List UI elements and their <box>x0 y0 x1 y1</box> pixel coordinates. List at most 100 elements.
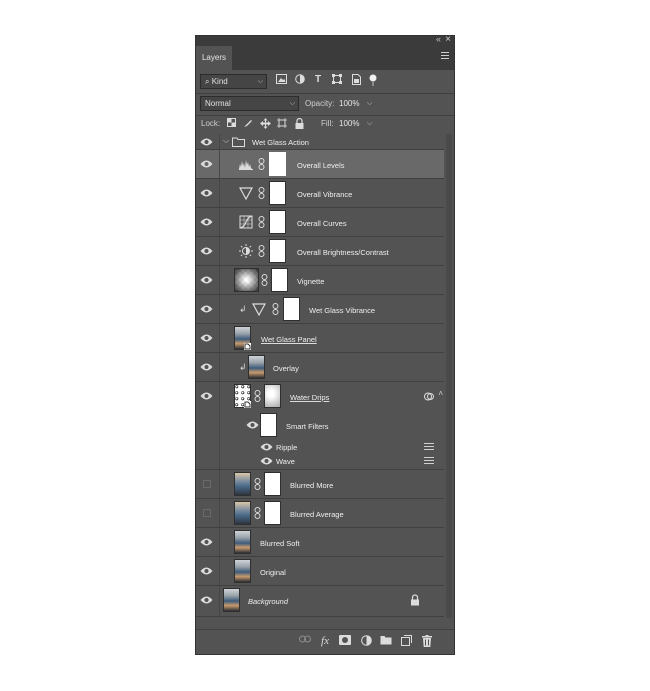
layer-thumbnail[interactable] <box>234 268 259 292</box>
layer-thumbnail[interactable] <box>248 355 265 379</box>
layer-group-wet-glass-action[interactable]: ⌵ Wet Glass Action <box>196 134 444 150</box>
collapse-icon[interactable]: ‹‹ <box>436 34 441 44</box>
layer-mask-thumbnail[interactable] <box>283 297 300 321</box>
layer-mask-thumbnail[interactable] <box>269 152 286 176</box>
lock-position-icon[interactable] <box>259 118 271 130</box>
layer-original[interactable]: Original <box>196 557 444 586</box>
smart-filter-options-icon[interactable] <box>424 392 434 401</box>
new-group-icon[interactable] <box>380 635 392 647</box>
fill-value[interactable]: 100% <box>339 113 359 135</box>
layer-overlay[interactable]: ↲ Overlay <box>196 353 444 382</box>
fill-chevron-icon[interactable]: ⌵ <box>367 113 372 135</box>
layer-blurred-more[interactable]: Blurred More <box>196 470 444 499</box>
eye-icon[interactable] <box>200 137 213 147</box>
layer-smart-filters[interactable]: Smart Filters <box>196 411 444 440</box>
layer-wet-glass-vibrance[interactable]: ↲ Wet Glass Vibrance <box>196 295 444 324</box>
layer-overall-levels[interactable]: Overall Levels <box>196 150 444 179</box>
eye-icon[interactable] <box>260 442 273 452</box>
chevron-down-icon[interactable]: ⌵ <box>223 136 229 146</box>
fx-icon[interactable]: fx <box>319 635 331 647</box>
layer-mask-thumbnail[interactable] <box>269 210 286 234</box>
layer-mask-thumbnail[interactable] <box>264 384 281 408</box>
eye-icon[interactable] <box>200 391 213 401</box>
panel-menu-icon[interactable] <box>441 52 449 61</box>
layer-blurred-soft[interactable]: Blurred Soft <box>196 528 444 557</box>
layer-mask-thumbnail[interactable] <box>269 239 286 263</box>
delete-icon[interactable] <box>421 635 433 647</box>
layer-mask-thumbnail[interactable] <box>264 501 281 525</box>
layer-overall-curves[interactable]: Overall Curves <box>196 208 444 237</box>
type-filter-icon[interactable]: T <box>312 74 324 86</box>
layer-thumbnail[interactable] <box>234 501 251 525</box>
chevron-up-icon[interactable]: ˄ <box>438 389 443 398</box>
link-icon[interactable] <box>258 158 265 170</box>
eye-icon[interactable] <box>260 456 273 466</box>
lock-pixels-icon[interactable] <box>242 118 254 130</box>
eye-icon[interactable] <box>246 420 259 430</box>
link-icon[interactable] <box>258 216 265 228</box>
eye-icon[interactable] <box>200 188 213 198</box>
eye-icon[interactable] <box>200 304 213 314</box>
eye-icon[interactable] <box>200 275 213 285</box>
layer-thumbnail[interactable] <box>234 384 251 408</box>
opacity-chevron-icon[interactable]: ⌵ <box>367 93 372 115</box>
layer-thumbnail[interactable] <box>234 530 251 554</box>
eye-icon[interactable] <box>200 159 213 169</box>
link-icon[interactable] <box>258 245 265 257</box>
layer-wet-glass-panel[interactable]: Wet Glass Panel <box>196 324 444 353</box>
scrollbar[interactable] <box>446 134 452 618</box>
eye-icon[interactable] <box>200 246 213 256</box>
layer-water-drips[interactable]: Water Drips ˄ <box>196 382 444 411</box>
eye-icon[interactable] <box>200 333 213 343</box>
link-icon[interactable] <box>254 390 261 402</box>
filter-toggle-icon[interactable] <box>367 74 379 86</box>
link-layers-icon[interactable] <box>299 635 311 647</box>
lock-all-icon[interactable] <box>293 117 305 130</box>
opacity-value[interactable]: 100% <box>339 93 359 115</box>
layer-thumbnail[interactable] <box>234 326 251 350</box>
eye-icon[interactable] <box>200 595 213 605</box>
new-adjustment-icon[interactable] <box>360 635 372 647</box>
eye-icon[interactable] <box>200 217 213 227</box>
layer-overall-vibrance[interactable]: Overall Vibrance <box>196 179 444 208</box>
lock-artboard-icon[interactable] <box>276 118 288 130</box>
image-filter-icon[interactable] <box>275 74 287 86</box>
tab-layers[interactable]: Layers <box>196 46 232 70</box>
lock-label: Lock: <box>201 119 221 128</box>
filter-wave[interactable]: Wave <box>196 454 444 470</box>
eye-icon[interactable] <box>200 537 213 547</box>
layer-thumbnail[interactable] <box>234 472 251 496</box>
link-icon[interactable] <box>261 274 268 286</box>
layer-mask-thumbnail[interactable] <box>264 472 281 496</box>
link-icon[interactable] <box>272 303 279 315</box>
layer-mask-thumbnail[interactable] <box>271 268 288 292</box>
smart-object-filter-icon[interactable] <box>350 74 362 86</box>
layer-background[interactable]: Background <box>196 586 444 617</box>
close-icon[interactable]: × <box>445 34 451 45</box>
new-layer-icon[interactable] <box>400 635 412 647</box>
link-icon[interactable] <box>258 187 265 199</box>
lock-transparent-icon[interactable] <box>225 118 237 130</box>
eye-icon[interactable] <box>200 362 213 372</box>
smart-filter-mask-thumbnail[interactable] <box>260 413 277 437</box>
layer-blurred-average[interactable]: Blurred Average <box>196 499 444 528</box>
layer-vignette[interactable]: Vignette <box>196 266 444 295</box>
filter-ripple[interactable]: Ripple <box>196 440 444 454</box>
adjustment-filter-icon[interactable] <box>294 74 306 86</box>
filter-blending-options-icon[interactable] <box>424 443 434 451</box>
layer-thumbnail[interactable] <box>234 559 251 583</box>
filter-blending-options-icon[interactable] <box>424 457 434 465</box>
layer-thumbnail[interactable] <box>223 588 240 612</box>
eye-icon[interactable] <box>200 566 213 576</box>
layer-mask-thumbnail[interactable] <box>269 181 286 205</box>
visibility-toggle-off[interactable] <box>203 509 211 517</box>
link-icon[interactable] <box>254 478 261 490</box>
add-mask-icon[interactable] <box>339 635 351 647</box>
levels-icon <box>239 160 253 170</box>
blend-mode-dropdown[interactable]: Normal ⌵ <box>200 96 299 111</box>
kind-filter-dropdown[interactable]: ⌕ Kind ⌵ <box>200 74 267 89</box>
shape-filter-icon[interactable] <box>331 74 343 86</box>
visibility-toggle-off[interactable] <box>203 480 211 488</box>
layer-overall-brightness-contrast[interactable]: Overall Brightness/Contrast <box>196 237 444 266</box>
link-icon[interactable] <box>254 507 261 519</box>
